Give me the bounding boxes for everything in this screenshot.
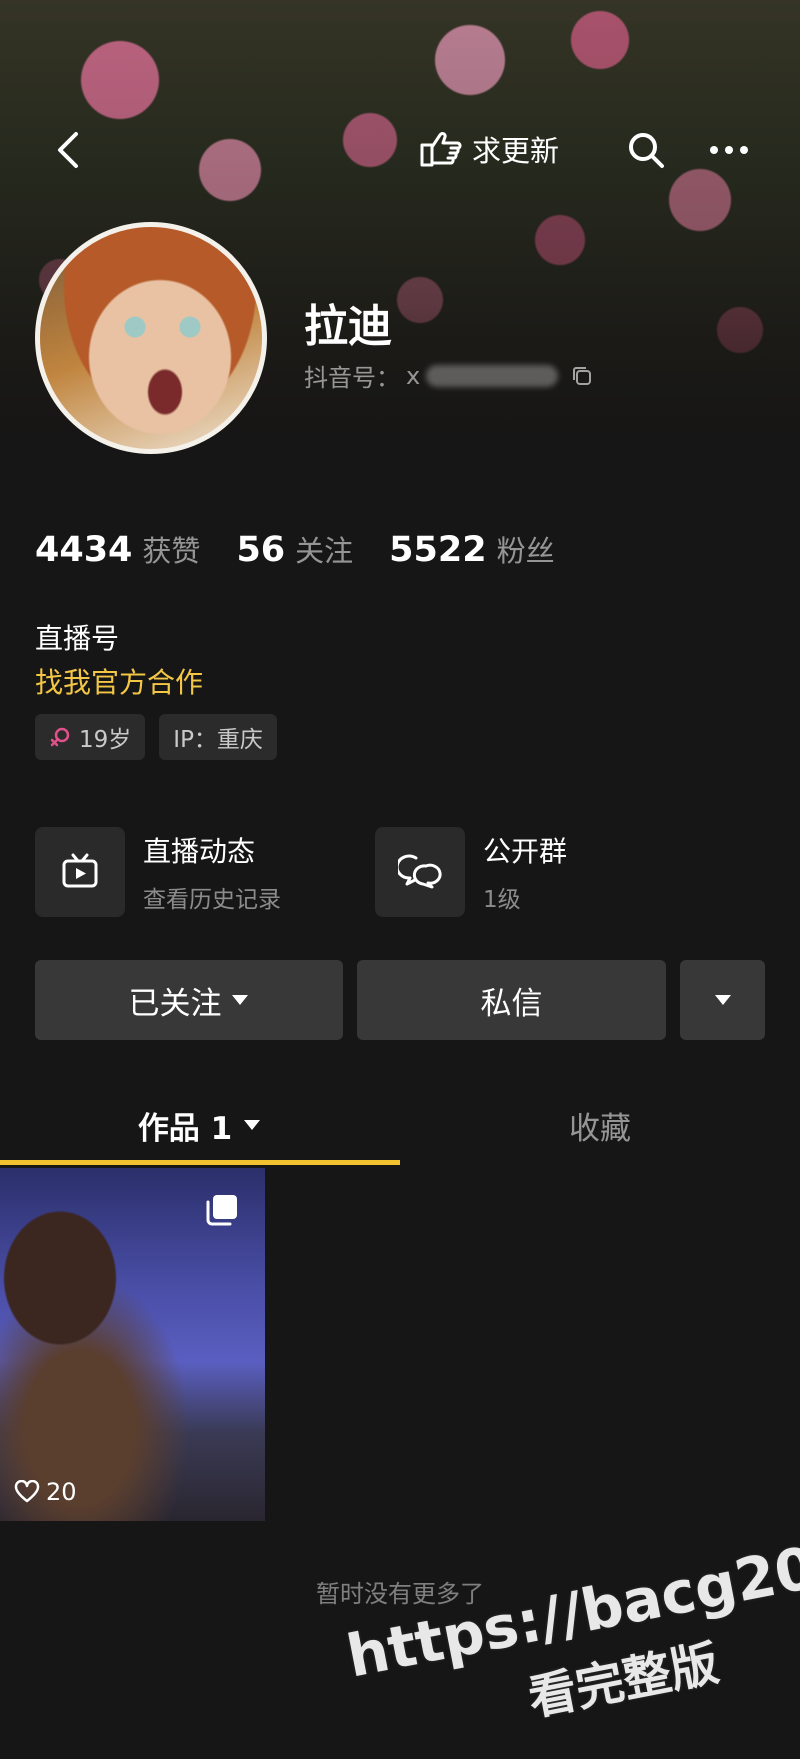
bio-line-1: 直播号	[35, 622, 120, 655]
stats-row: 4434 获赞 56 关注 5522 粉丝	[35, 528, 555, 570]
douyin-id: 抖音号： x	[304, 358, 594, 393]
bio-line-2[interactable]: 找我官方合作	[35, 661, 203, 701]
tv-icon	[62, 853, 98, 888]
avatar[interactable]	[35, 222, 267, 454]
more-actions-button[interactable]	[680, 960, 765, 1040]
request-update-label: 求更新	[472, 134, 560, 168]
tab-works-label: 作品 1	[137, 1110, 233, 1147]
caret-down-icon	[231, 995, 248, 1005]
stat-following-value: 56	[236, 530, 286, 570]
search-button[interactable]	[624, 128, 668, 172]
caret-down-icon	[244, 1120, 261, 1130]
age-tag: 19岁	[35, 714, 146, 760]
ip-tag: IP：重庆	[159, 714, 277, 760]
stat-following[interactable]: 56 关注	[236, 528, 353, 570]
message-button[interactable]: 私信	[357, 960, 666, 1040]
age-label: 19岁	[79, 727, 132, 753]
douyin-id-prefix: 抖音号：	[304, 364, 400, 392]
more-icon	[710, 146, 748, 154]
back-button[interactable]	[50, 128, 90, 172]
live-feature-title: 直播动态	[143, 835, 256, 868]
following-button[interactable]: 已关注	[35, 960, 343, 1040]
following-label: 已关注	[128, 985, 222, 1022]
group-feature-subtitle: 1级	[483, 887, 521, 913]
live-feature-icon-box	[35, 827, 125, 917]
public-group-entry[interactable]: 公开群 1级	[375, 826, 567, 918]
work-thumbnail[interactable]: 20	[0, 1168, 265, 1521]
douyin-id-blurred	[426, 364, 559, 387]
group-feature-title: 公开群	[483, 835, 568, 868]
profile-tags: 19岁 IP：重庆	[35, 714, 277, 760]
tab-works[interactable]: 作品 1	[0, 1085, 400, 1165]
stat-followers-value: 5522	[389, 530, 487, 570]
username: 拉迪	[304, 301, 392, 352]
caret-down-icon	[714, 995, 731, 1005]
copy-icon[interactable]	[570, 364, 594, 388]
chat-icon	[398, 854, 442, 889]
stat-followers-label: 粉丝	[496, 534, 555, 568]
request-update-button[interactable]: 求更新	[418, 124, 559, 174]
live-feature-subtitle: 查看历史记录	[143, 887, 281, 913]
stat-likes[interactable]: 4434 获赞	[35, 528, 200, 570]
ip-label: IP：重庆	[173, 727, 263, 753]
live-history-entry[interactable]: 直播动态 查看历史记录	[35, 826, 281, 918]
tab-favorites[interactable]: 收藏	[400, 1085, 800, 1165]
hand-point-icon	[420, 132, 462, 167]
search-icon	[629, 133, 664, 168]
work-likes: 20	[14, 1478, 77, 1506]
stat-followers[interactable]: 5522 粉丝	[389, 528, 554, 570]
stat-likes-value: 4434	[35, 530, 133, 570]
douyin-id-visible: x	[406, 361, 421, 390]
heart-icon	[14, 1480, 40, 1503]
tab-favorites-label: 收藏	[569, 1110, 631, 1147]
top-bar: 求更新	[0, 110, 800, 190]
stat-likes-label: 获赞	[142, 534, 201, 568]
stat-following-label: 关注	[295, 534, 354, 568]
back-icon	[58, 132, 78, 168]
female-icon	[50, 727, 70, 747]
multi-image-icon	[206, 1195, 237, 1226]
group-feature-icon-box	[375, 827, 465, 917]
message-label: 私信	[480, 985, 543, 1022]
more-button[interactable]	[704, 128, 754, 172]
work-likes-count: 20	[46, 1478, 77, 1506]
active-tab-indicator	[0, 1160, 400, 1165]
content-tabs: 作品 1 收藏	[0, 1085, 800, 1165]
